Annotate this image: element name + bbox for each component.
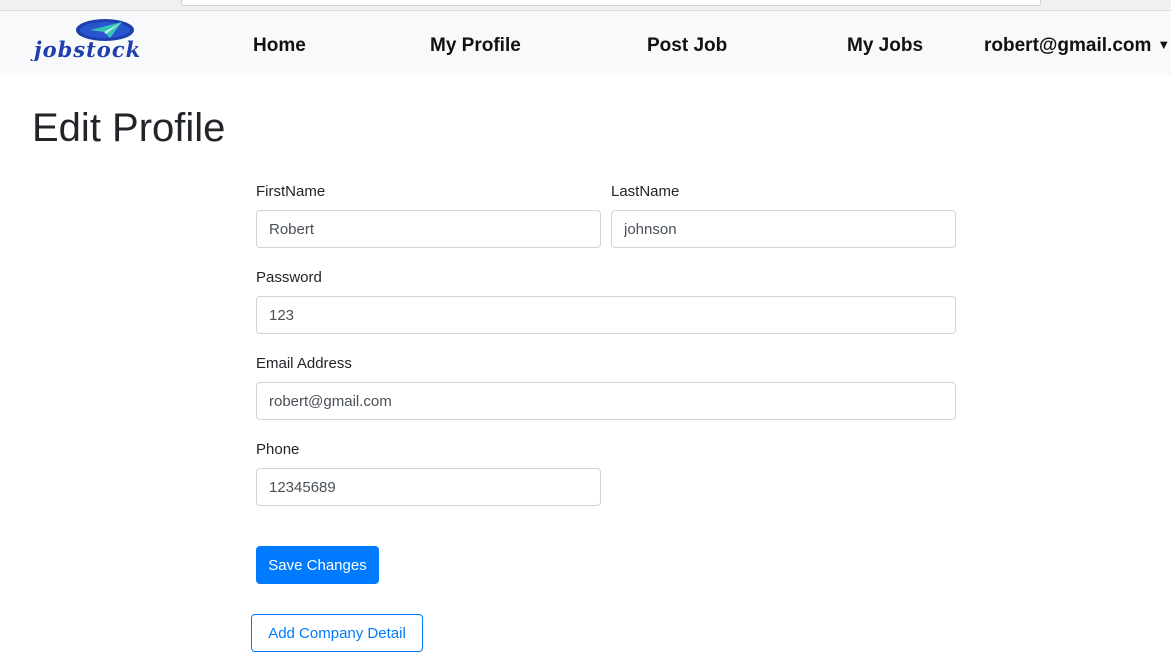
user-email: robert@gmail.com xyxy=(984,35,1152,56)
navbar: jobstock Home My Profile Post Job My Job… xyxy=(0,11,1171,75)
nav-home[interactable]: Home xyxy=(253,35,306,57)
chevron-down-icon: ▼ xyxy=(1157,37,1171,52)
phone-input[interactable] xyxy=(256,468,601,506)
add-company-detail-button[interactable]: Add Company Detail xyxy=(251,614,423,652)
browser-toolbar-strip xyxy=(0,0,1171,11)
last-name-label: LastName xyxy=(611,183,680,200)
page-title: Edit Profile xyxy=(32,106,226,150)
nav-my-profile[interactable]: My Profile xyxy=(430,35,521,57)
user-menu[interactable]: robert@gmail.com ▼ xyxy=(984,35,1170,57)
phone-label: Phone xyxy=(256,441,300,458)
jobstock-logo[interactable]: jobstock xyxy=(30,17,175,61)
nav-post-job[interactable]: Post Job xyxy=(647,35,727,57)
email-input[interactable] xyxy=(256,382,956,420)
nav-my-jobs[interactable]: My Jobs xyxy=(847,35,923,57)
password-label: Password xyxy=(256,269,322,286)
address-bar-edge[interactable] xyxy=(181,0,1041,6)
email-label: Email Address xyxy=(256,355,352,372)
logo-text: jobstock xyxy=(30,37,141,61)
first-name-label: FirstName xyxy=(256,183,326,200)
first-name-input[interactable] xyxy=(256,210,601,248)
save-changes-button[interactable]: Save Changes xyxy=(256,546,379,584)
last-name-input[interactable] xyxy=(611,210,956,248)
password-input[interactable] xyxy=(256,296,956,334)
